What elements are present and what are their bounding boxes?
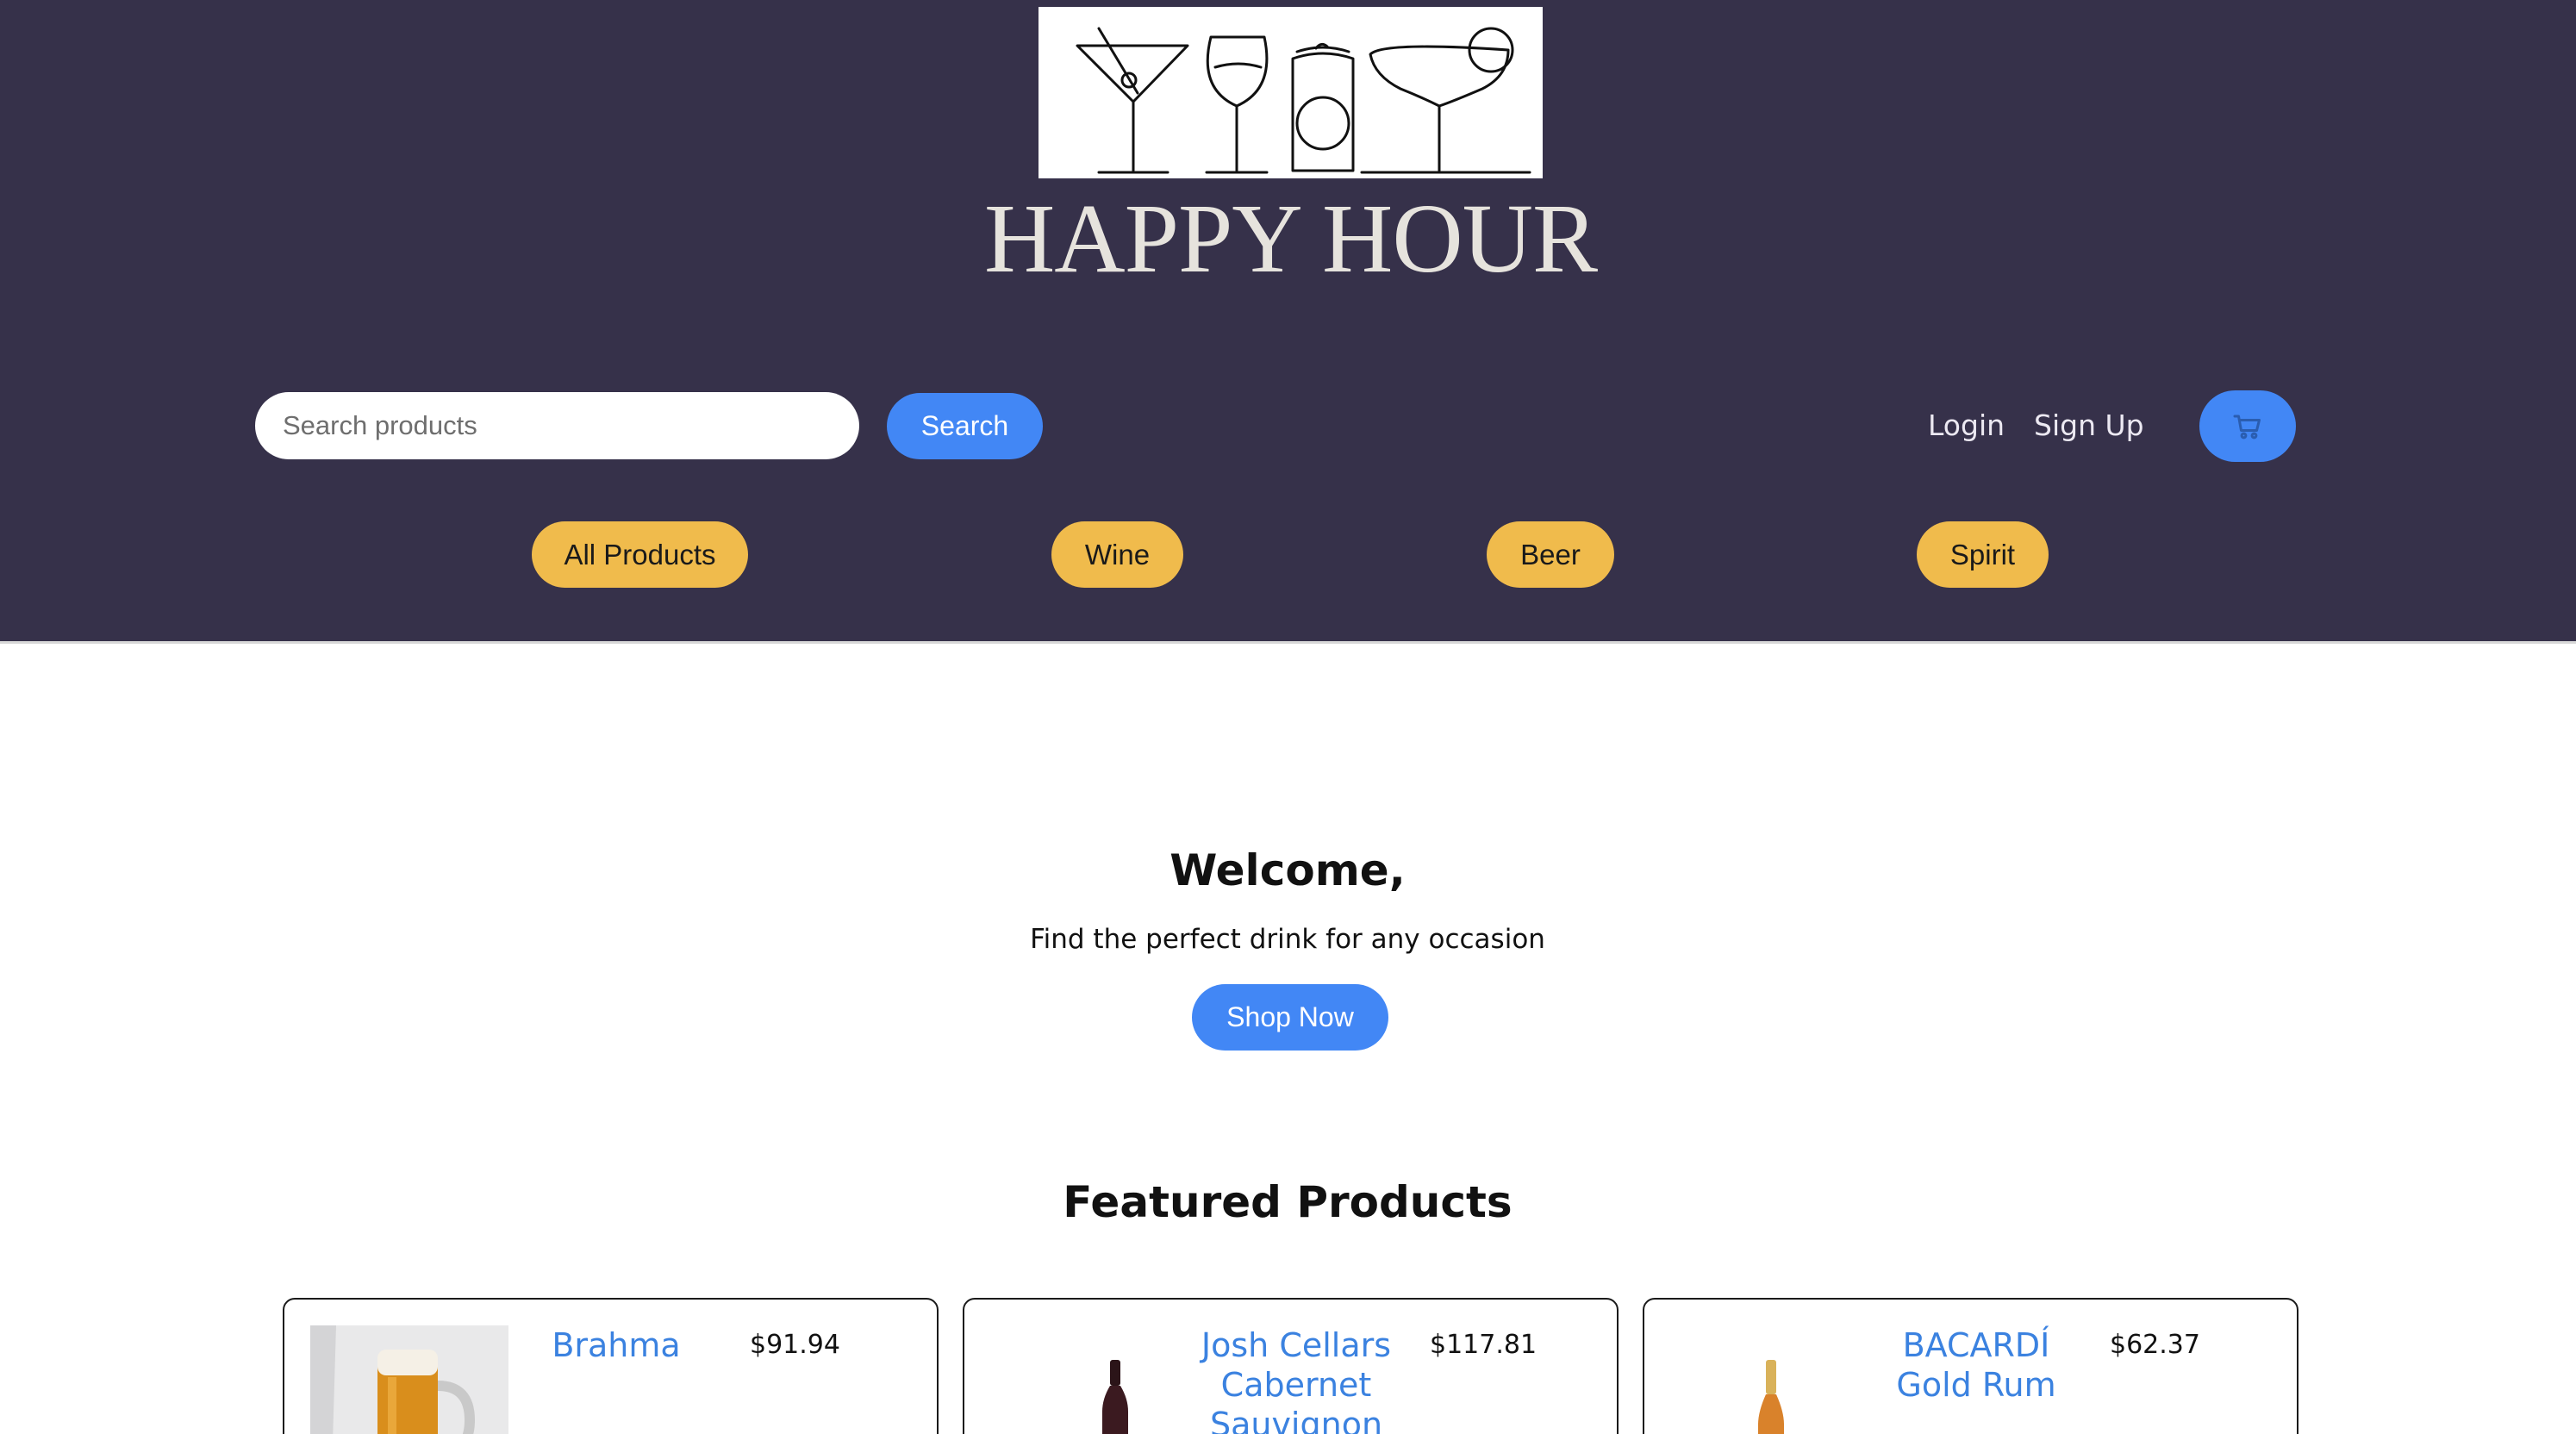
product-price: $62.37: [2110, 1330, 2200, 1360]
product-image[interactable]: [1670, 1325, 1868, 1434]
beer-mug-image-icon: [310, 1325, 508, 1434]
category-spirit-button[interactable]: Spirit: [1917, 521, 2049, 588]
product-name-link[interactable]: BACARDÍ Gold Rum: [1868, 1325, 2084, 1405]
product-name-link[interactable]: Brahma: [508, 1325, 724, 1365]
category-all-products-button[interactable]: All Products: [532, 521, 748, 588]
product-name-link[interactable]: Josh Cellars Cabernet Sauvignon: [1188, 1325, 1404, 1434]
product-card[interactable]: BACARDÍ Gold Rum $62.37: [1643, 1298, 2298, 1434]
shop-now-button[interactable]: Shop Now: [1192, 984, 1388, 1051]
wine-bottle-image-icon: [990, 1325, 1188, 1434]
product-image[interactable]: [990, 1325, 1188, 1434]
welcome-heading: Welcome,: [1169, 845, 1406, 895]
product-image[interactable]: [310, 1325, 508, 1434]
logo-image[interactable]: [1039, 7, 1543, 178]
brand-name: HAPPY HOUR: [983, 184, 1598, 293]
signup-link[interactable]: Sign Up: [2034, 405, 2144, 446]
site-header: HAPPY HOUR Search Login Sign Up All Prod…: [0, 0, 2576, 644]
search-button[interactable]: Search: [887, 393, 1043, 459]
cart-button[interactable]: [2199, 390, 2296, 462]
product-price: $117.81: [1430, 1330, 1537, 1360]
welcome-subtitle: Find the perfect drink for any occasion: [1030, 924, 1545, 955]
product-price: $91.94: [750, 1330, 840, 1360]
rum-bottle-image-icon: [1670, 1325, 1868, 1434]
product-card[interactable]: Josh Cellars Cabernet Sauvignon $117.81: [963, 1298, 1619, 1434]
login-link[interactable]: Login: [1928, 405, 2005, 446]
category-wine-button[interactable]: Wine: [1051, 521, 1183, 588]
search-input[interactable]: [255, 392, 859, 459]
featured-heading: Featured Products: [1063, 1177, 1513, 1227]
cocktail-glasses-logo-icon: [1076, 27, 1531, 174]
product-card[interactable]: Brahma $91.94: [283, 1298, 939, 1434]
cart-icon: [2233, 415, 2261, 439]
category-beer-button[interactable]: Beer: [1487, 521, 1614, 588]
